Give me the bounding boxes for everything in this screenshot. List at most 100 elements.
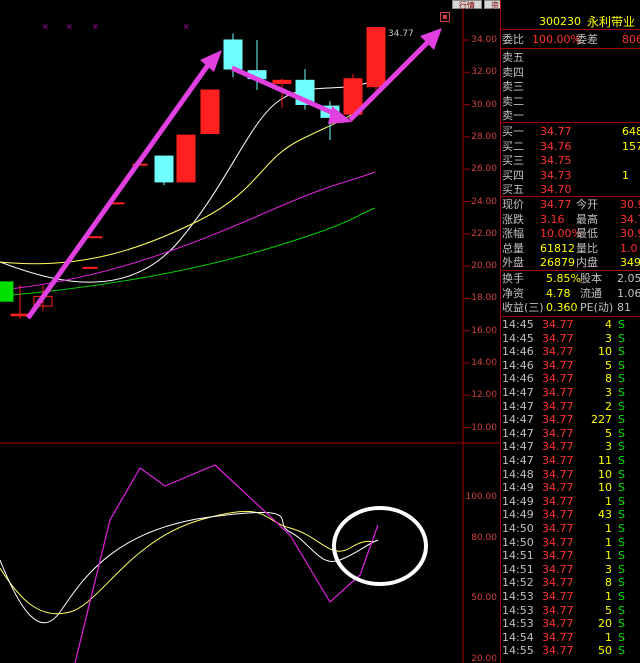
tick-price: 34.77 [542,318,574,331]
weibi-label: 委比 [502,33,524,46]
price-axis-label: 16.00 [471,325,497,336]
tick-side: S [618,494,625,508]
quote-value: 3493 [620,256,640,269]
candle-body [10,313,30,317]
tick-time: 14:50 [502,522,534,535]
quote-label: 外盘 [502,256,524,269]
tick-row: 14:50 34.77 1 S [502,522,640,536]
ma60-line [0,207,376,297]
quote-label: 内盘 [576,256,598,269]
tick-row: 14:45 34.77 4 S [502,318,640,332]
price-axis-label: 24.00 [471,196,497,207]
tick-row: 14:53 34.77 1 S [502,590,640,604]
tick-volume: 1 [605,549,612,563]
price-axis-label: 34.00 [471,35,497,45]
stock-header: 300230 永利带业 [501,13,640,30]
tick-row: 14:54 34.77 1 S [502,631,640,645]
tick-side: S [618,399,625,413]
tick-price: 34.77 [542,576,574,590]
top-marker: × [92,22,99,31]
tick-side: S [618,522,625,535]
candle-body [87,236,103,239]
candle-body [200,89,220,135]
tick-row: 14:47 34.77 5 S [502,427,640,441]
tick-time: 14:47 [502,426,534,440]
tick-price: 34.77 [542,440,574,454]
indicator-axis-label: 100.00 [465,492,498,502]
kdj-j-line [74,464,379,663]
weibi-value: 100.00% [532,33,581,46]
tick-volume: 2 [605,399,612,413]
fundamental-value: 81 [617,301,631,314]
candle-body [272,79,292,85]
tick-side: S [618,603,625,617]
indicator-axis-label: 50.00 [471,593,497,603]
price-axis-label: 26.00 [471,164,497,175]
tick-side: S [618,562,625,576]
tick-side: S [618,549,625,563]
tick-side: S [618,454,625,467]
weicha-value: 806 [622,33,640,46]
tick-time: 14:45 [502,318,534,331]
tick-price: 34.77 [542,331,574,345]
tick-side: S [618,318,625,331]
tick-volume: 10 [598,345,612,359]
tick-price: 34.77 [542,590,574,603]
tick-time: 14:47 [502,399,534,413]
tick-volume: 10 [598,467,612,481]
tick-row: 14:55 34.77 50 S [502,644,640,658]
tick-side: S [618,630,625,644]
tick-price: 34.77 [542,522,574,535]
tick-time: 14:49 [502,508,534,522]
fundamental-label: 收益(三) [502,301,544,314]
tick-volume: 11 [598,454,612,467]
tick-side: S [618,386,625,399]
tab-quotes[interactable]: 行情 [452,0,482,10]
tick-volume: 10 [598,481,612,495]
tick-time: 14:46 [502,345,534,359]
fundamental-value: 0.360 [546,301,578,314]
tick-time: 14:53 [502,590,534,603]
candle-body [366,27,386,88]
weicha-label: 委差 [576,33,598,46]
tick-time: 14:48 [502,467,534,481]
annotation-arrow [230,65,344,120]
tick-side: S [618,576,625,590]
tick-price: 34.77 [542,603,574,617]
kdj-k-line [0,511,379,624]
tick-time: 14:47 [502,413,534,427]
tick-price: 34.77 [542,372,574,386]
tick-volume: 50 [598,644,612,658]
tick-price: 34.77 [542,644,574,658]
price-axis-label: 22.00 [471,228,497,239]
tick-time: 14:53 [502,617,534,631]
tick-side: S [618,481,625,495]
candle-body [223,39,243,70]
tick-volume: 5 [605,603,612,617]
candle-body [176,134,196,183]
tick-time: 14:55 [502,644,534,658]
price-axis-label: 10.00 [471,422,497,433]
tick-row: 14:49 34.77 1 S [502,495,640,509]
price-axis-label: 12.00 [471,390,497,401]
tick-side: S [618,508,625,522]
tick-time: 14:52 [502,576,534,590]
kline-chart[interactable]: 34.77 [0,0,500,663]
tick-price: 34.77 [542,386,574,399]
tick-row: 14:46 34.77 10 S [502,345,640,359]
tick-time: 14:50 [502,535,534,549]
tick-time: 14:46 [502,372,534,386]
tick-price: 34.77 [542,494,574,508]
tick-volume: 227 [591,413,612,427]
chart-canvas[interactable]: 34.77 [0,0,500,663]
tick-row: 14:47 34.77 2 S [502,400,640,414]
tick-volume: 8 [605,372,612,386]
zoom-button[interactable]: ▪ [440,12,450,22]
tick-price: 34.77 [542,399,574,413]
tick-side: S [618,345,625,359]
stock-name: 永利带业 [587,14,636,29]
highlight-circle [332,506,428,586]
tick-row: 14:47 34.77 11 S [502,454,640,468]
last-price-tag: 34.77 [388,29,414,39]
weibi-row: 委比 100.00% 委差 806 [502,32,640,48]
